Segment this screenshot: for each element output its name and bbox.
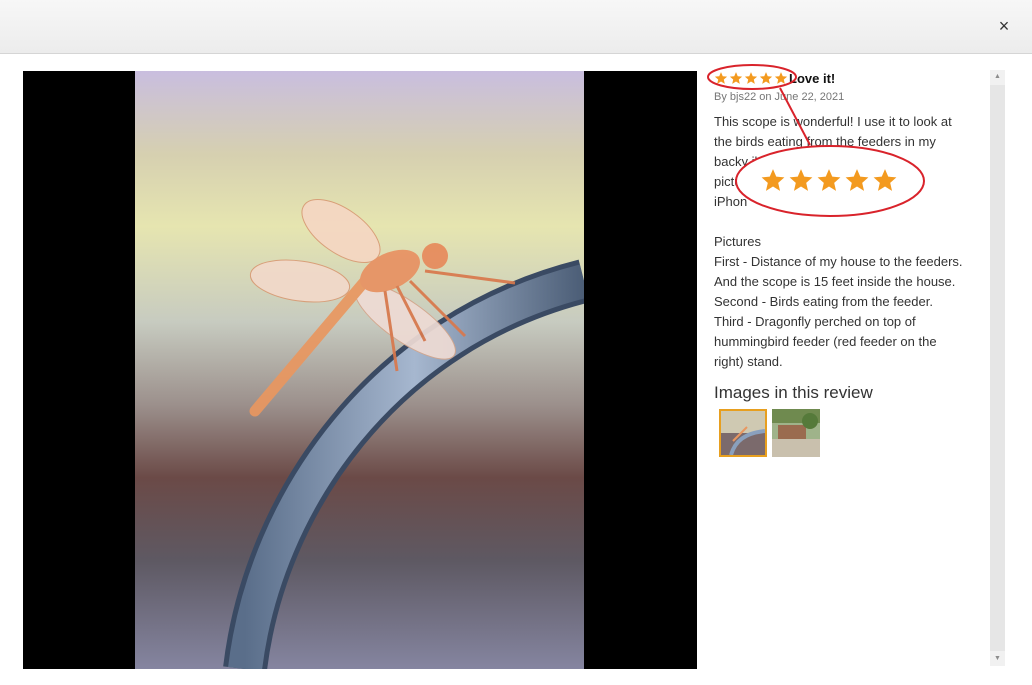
thumbnail-dragonfly[interactable]: [719, 409, 767, 457]
review-panel: Love it! By bjs22 on June 22, 2021 This …: [714, 66, 989, 666]
review-title-row: Love it!: [714, 69, 835, 87]
scroll-down-icon[interactable]: ▼: [990, 652, 1005, 666]
star-icon: [774, 72, 788, 84]
close-icon: ×: [998, 16, 1010, 36]
star-icon: [817, 169, 841, 191]
star-icon: [744, 72, 758, 84]
star-rating: [714, 71, 788, 85]
thumbnail-strip: [719, 409, 820, 457]
scroll-up-icon[interactable]: ▲: [990, 70, 1005, 84]
star-icon: [789, 169, 813, 191]
star-icon: [729, 72, 743, 84]
star-icon: [761, 169, 785, 191]
main-image-viewer: [23, 71, 697, 669]
star-icon: [845, 169, 869, 191]
scroll-thumb[interactable]: [990, 85, 1005, 651]
images-heading: Images in this review: [714, 383, 873, 402]
star-icon: [714, 72, 728, 84]
star-icon: [759, 72, 773, 84]
zoomed-star-rating: [760, 167, 898, 193]
thumbnail-garden[interactable]: [772, 409, 820, 457]
thumbnail-image: [772, 409, 820, 457]
review-scrollbar[interactable]: ▲ ▼: [990, 70, 1005, 666]
review-byline: By bjs22 on June 22, 2021: [714, 91, 845, 103]
review-body: This scope is wonderful! I use it to loo…: [714, 114, 963, 369]
review-title: Love it!: [789, 70, 836, 86]
dialog-header: ×: [0, 0, 1032, 54]
close-button[interactable]: ×: [994, 16, 1014, 36]
main-image: [135, 71, 584, 669]
star-icon: [873, 169, 897, 191]
thumbnail-image: [721, 411, 765, 455]
